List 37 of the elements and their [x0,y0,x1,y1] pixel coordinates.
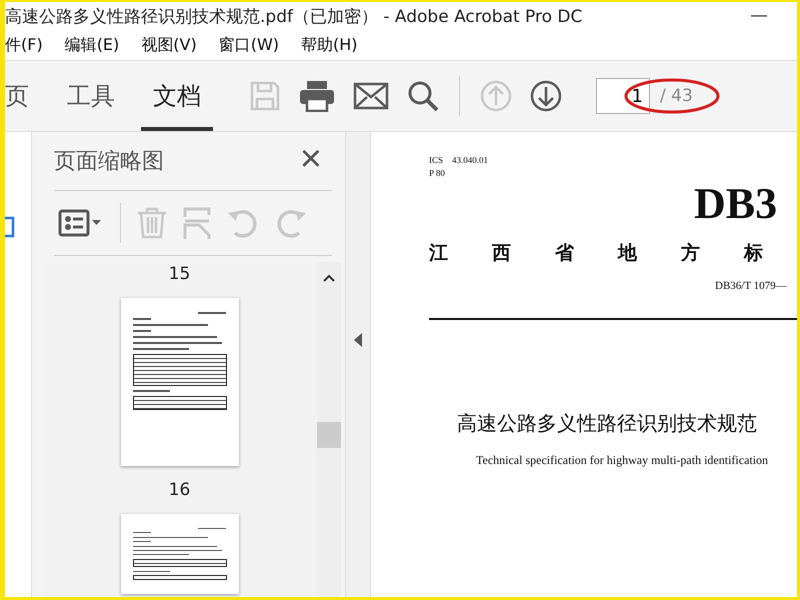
page-label: 15 [168,264,190,284]
authority-character: 西 [492,242,511,266]
thumbnails-icon[interactable] [5,216,15,238]
standard-number: DB36/T 1079— [715,280,788,292]
menu-item[interactable]: 帮助(H) [301,34,358,56]
authority-character: 方 [681,242,700,266]
page-thumbnail[interactable] [120,514,238,594]
authority-character: 江 [429,242,448,266]
menu-item[interactable]: 视图(V) [141,34,197,56]
standard-code-heading: DB3 [694,182,778,226]
menu-item[interactable]: 窗口(W) [218,34,280,56]
document-subtitle: Technical specification for highway multi-path identification [476,453,770,468]
tab[interactable]: 工具 [55,61,127,131]
scrollbar-thumb[interactable] [317,422,341,448]
panel-title: 页面缩略图 [54,148,164,176]
collapse-panel-icon[interactable] [354,332,362,346]
scroll-up-icon[interactable] [323,274,335,282]
authority-character: 省 [555,242,574,266]
menu-item[interactable]: 编辑(E) [64,34,120,56]
window-title: 高速公路多义性路径识别技术规范.pdf（已加密） - Adobe Acrobat Pro DC [5,6,582,28]
mail-icon[interactable] [353,82,389,110]
menu-item[interactable]: 件(F) [5,34,43,56]
page-total: / 43 [660,86,693,106]
search-icon[interactable] [407,80,439,112]
close-button[interactable]: × [290,140,332,182]
classification-code: P 80 [429,167,446,180]
minimize-button[interactable]: — [741,7,797,25]
options-icon[interactable] [58,209,104,237]
ics-code: ICS 43.040.01 [429,154,490,167]
document-title: 高速公路多义性路径识别技术规范 [457,412,758,437]
page-label: 16 [168,480,190,500]
authority-character: 地 [618,242,637,266]
print-icon[interactable] [299,80,335,112]
authority-character: 标 [744,242,763,266]
page-number-field[interactable]: 1 [596,78,650,114]
tab[interactable]: 页 [5,61,41,131]
page-thumbnail[interactable] [120,298,238,466]
